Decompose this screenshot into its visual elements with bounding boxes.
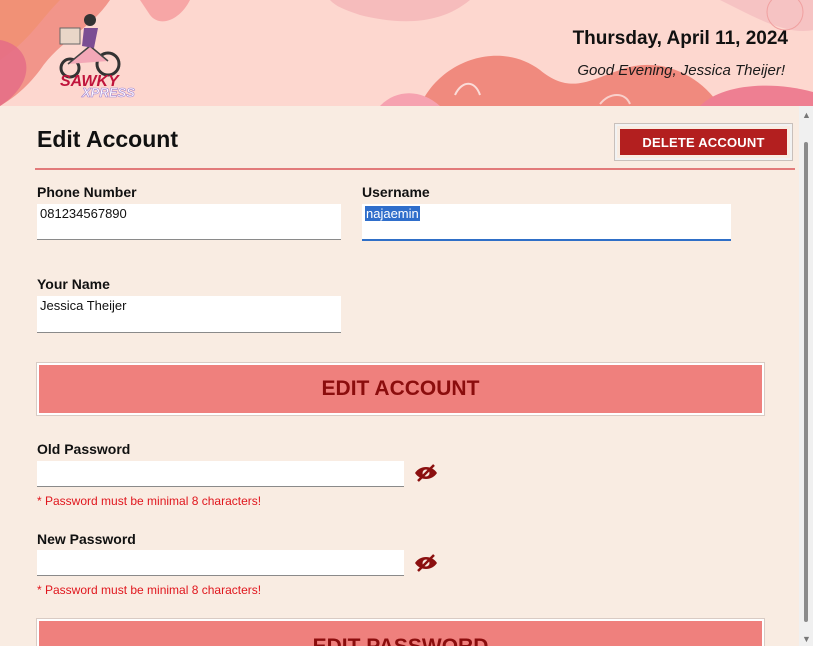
your-name-field[interactable]: Jessica Theijer [37,296,341,333]
phone-number-value: 081234567890 [40,206,127,221]
new-password-hint: * Password must be minimal 8 characters! [37,583,262,597]
new-password-field[interactable] [37,550,404,576]
edit-account-button[interactable]: EDIT ACCOUNT [37,363,764,415]
logo-wordmark-bottom: XPRESS [81,85,135,100]
title-divider [35,168,795,170]
username-label: Username [362,184,430,200]
your-name-value: Jessica Theijer [40,298,127,313]
arrow-up-icon[interactable]: ▲ [802,110,811,120]
delete-account-button[interactable]: DELETE ACCOUNT [615,124,792,160]
old-password-label: Old Password [37,441,131,457]
phone-number-field[interactable]: 081234567890 [37,204,341,240]
eye-slash-icon[interactable] [413,463,439,483]
vertical-scrollbar[interactable]: ▲ ▼ [799,106,813,646]
delete-account-label: DELETE ACCOUNT [620,129,787,155]
your-name-label: Your Name [37,276,110,292]
username-field[interactable]: najaemin [362,204,731,241]
old-password-field[interactable] [37,461,404,487]
page-title: Edit Account [37,126,178,152]
greeting-text: Good Evening, Jessica Theijer! [577,62,785,79]
brand-logo: SAWKY XPRESS [59,14,135,100]
header-banner: SAWKY XPRESS Thursday, April 11, 2024 Go… [0,0,813,106]
new-password-label: New Password [37,531,136,547]
eye-slash-icon[interactable] [413,553,439,573]
username-value: najaemin [365,206,420,221]
old-password-hint: * Password must be minimal 8 characters! [37,494,262,508]
current-date: Thursday, April 11, 2024 [572,28,788,49]
arrow-down-icon[interactable]: ▼ [802,634,811,644]
phone-number-label: Phone Number [37,184,137,200]
scroll-thumb[interactable] [804,142,808,622]
edit-account-panel: Edit Account DELETE ACCOUNT Phone Number… [0,106,799,646]
edit-password-button[interactable]: EDIT PASSWORD [37,619,764,646]
